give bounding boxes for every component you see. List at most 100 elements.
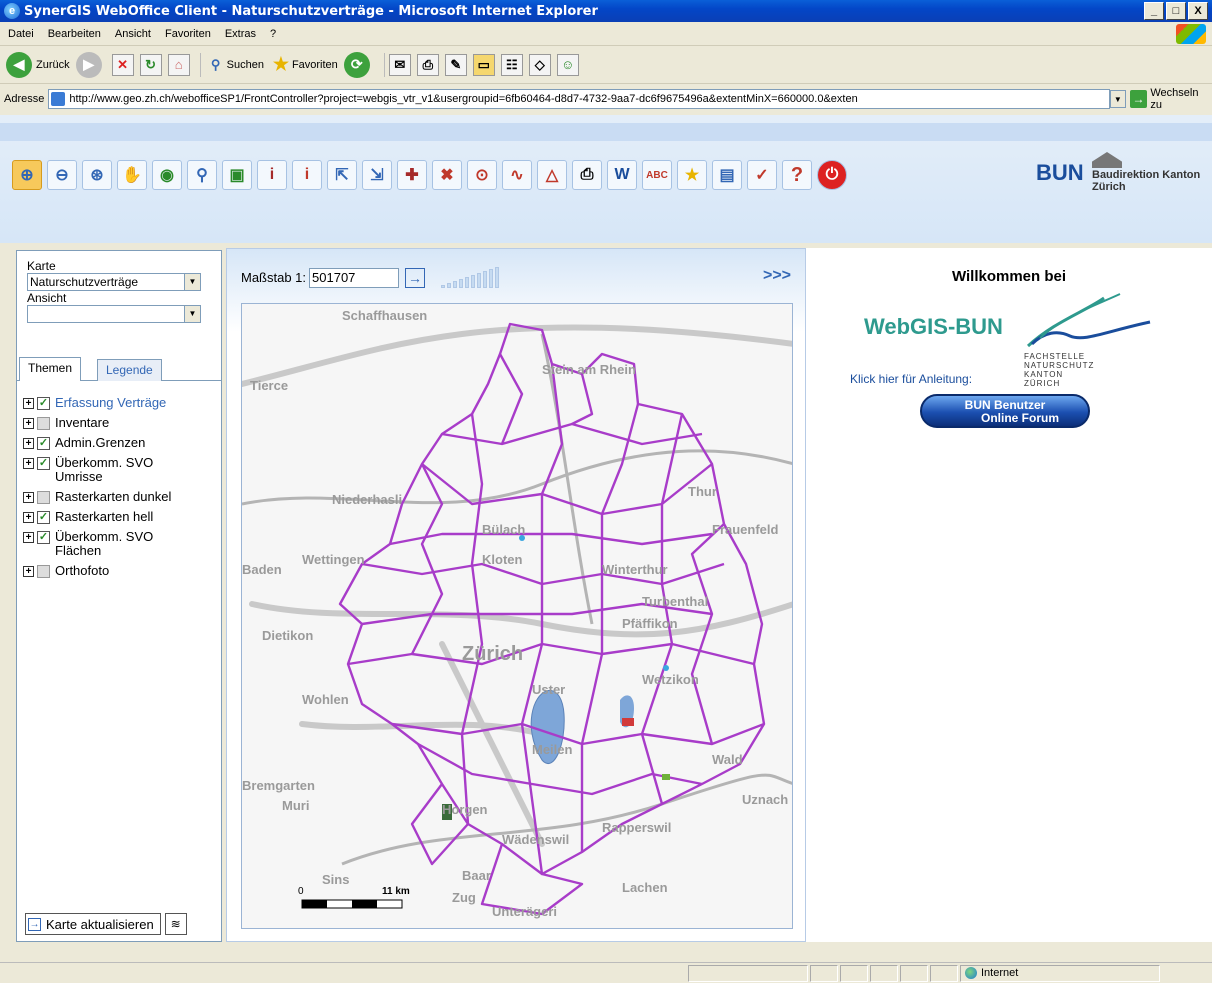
edit-window-icon[interactable]: ▤ <box>712 160 742 190</box>
clear-selection-icon[interactable]: ✖ <box>432 160 462 190</box>
tab-themen[interactable]: Themen <box>19 357 82 381</box>
word-export-icon[interactable]: W <box>607 160 637 190</box>
zoom-center-tool-icon[interactable]: ⊛ <box>82 160 112 190</box>
measure-point-icon[interactable]: ⊙ <box>467 160 497 190</box>
zoom-level-icon[interactable] <box>495 267 500 288</box>
tab-legende[interactable]: Legende <box>97 359 162 381</box>
webgis-logo[interactable]: WebGIS-BUN <box>864 314 1003 340</box>
theme-checkbox[interactable]: ✓ <box>37 437 50 450</box>
scale-input[interactable]: 501707 <box>309 267 400 288</box>
address-dropdown[interactable]: ▼ <box>1109 90 1126 108</box>
zoom-level-icon[interactable] <box>489 269 494 288</box>
zoom-out-tool-icon[interactable]: ⊖ <box>47 160 77 190</box>
zoom-slider[interactable] <box>441 267 500 288</box>
expand-icon[interactable]: + <box>23 566 34 577</box>
scale-go-icon[interactable]: → <box>405 267 426 288</box>
zoom-level-icon[interactable] <box>447 283 452 288</box>
favorites-button[interactable]: ★ Favoriten <box>270 54 338 76</box>
zoom-previous-icon[interactable]: ⚲ <box>187 160 217 190</box>
info-list-icon[interactable]: i <box>292 160 322 190</box>
print-map-icon[interactable]: ⎙ <box>572 160 602 190</box>
expand-icon[interactable]: + <box>23 532 34 543</box>
home-button[interactable]: ⌂ <box>167 53 190 76</box>
ansicht-select[interactable]: ▼ <box>27 305 201 323</box>
theme-item[interactable]: + ✓ Überkomm. SVO Umrisse <box>23 456 175 484</box>
forward-button[interactable]: ▶ <box>75 51 106 78</box>
menu-extras[interactable]: Extras <box>225 28 256 40</box>
online-forum-button[interactable]: BUN Benutzer Online Forum <box>920 394 1090 428</box>
select-icon[interactable]: ⇱ <box>327 160 357 190</box>
messenger-button[interactable]: ◇ <box>528 53 551 76</box>
edit-button[interactable]: ✎ <box>444 53 467 76</box>
address-input[interactable]: http://www.geo.zh.ch/webofficeSP1/FrontC… <box>48 89 1110 109</box>
info-icon[interactable]: i <box>257 160 287 190</box>
zoom-level-icon[interactable] <box>483 271 488 288</box>
expand-icon[interactable]: + <box>23 512 34 523</box>
maximize-button[interactable]: □ <box>1166 2 1186 20</box>
zoom-level-icon[interactable] <box>441 285 446 288</box>
print-button[interactable]: ⎙ <box>416 53 439 76</box>
theme-checkbox[interactable] <box>37 565 50 578</box>
menu-datei[interactable]: Datei <box>8 28 34 40</box>
expand-icon[interactable]: + <box>23 418 34 429</box>
expand-icon[interactable]: + <box>23 492 34 503</box>
zoom-in-tool-icon[interactable]: ⊕ <box>12 160 42 190</box>
zoom-level-icon[interactable] <box>471 275 476 288</box>
bookmark-star-icon[interactable]: ★ <box>677 160 707 190</box>
folder-button[interactable]: ▭ <box>472 53 495 76</box>
expand-panel-button[interactable]: >>> <box>763 267 791 285</box>
stop-button[interactable]: ✕ <box>111 53 134 76</box>
map-canvas[interactable]: Schaffhausen Stein am Rhein Tierce Fraue… <box>241 303 793 929</box>
expand-icon[interactable]: + <box>23 458 34 469</box>
layers-icon[interactable]: ≋ <box>164 913 187 935</box>
theme-item[interactable]: + Rasterkarten dunkel <box>23 490 175 504</box>
search-button[interactable]: ⚲ Suchen <box>205 54 264 76</box>
research-button[interactable]: ☷ <box>500 53 523 76</box>
theme-checkbox[interactable]: ✓ <box>37 531 50 544</box>
menu-favoriten[interactable]: Favoriten <box>165 28 211 40</box>
theme-checkbox[interactable]: ✓ <box>37 511 50 524</box>
back-button[interactable]: ◀ Zurück <box>6 51 70 78</box>
zoom-level-icon[interactable] <box>477 273 482 288</box>
karte-select[interactable]: Naturschutzverträge ▼ <box>27 273 201 291</box>
theme-item[interactable]: + ✓ Erfassung Verträge <box>23 396 175 410</box>
help-icon[interactable]: ? <box>782 160 812 190</box>
select-polygon-icon[interactable]: ⇲ <box>362 160 392 190</box>
refresh-map-button[interactable]: → Karte aktualisieren <box>25 913 161 935</box>
expand-icon[interactable]: + <box>23 438 34 449</box>
zoom-level-icon[interactable] <box>459 279 464 288</box>
anleitung-link[interactable]: Klick hier für Anleitung: <box>850 372 972 386</box>
theme-label: Erfassung Verträge <box>55 395 167 410</box>
theme-checkbox[interactable] <box>37 491 50 504</box>
expand-icon[interactable]: + <box>23 398 34 409</box>
contacts-button[interactable]: ☺ <box>556 53 579 76</box>
full-extent-icon[interactable]: ◉ <box>152 160 182 190</box>
go-button[interactable]: → Wechseln zu <box>1129 87 1212 111</box>
measure-area-icon[interactable]: △ <box>537 160 567 190</box>
zoom-level-icon[interactable] <box>465 277 470 288</box>
theme-item[interactable]: + Inventare <box>23 416 175 430</box>
minimize-button[interactable]: _ <box>1144 2 1164 20</box>
exit-icon[interactable]: ⏻ <box>817 160 847 190</box>
menu-ansicht[interactable]: Ansicht <box>115 28 151 40</box>
zoom-box-icon[interactable]: ▣ <box>222 160 252 190</box>
refresh-button[interactable]: ↻ <box>139 53 162 76</box>
zoom-level-icon[interactable] <box>453 281 458 288</box>
pan-tool-icon[interactable]: ✋ <box>117 160 147 190</box>
close-button[interactable]: X <box>1188 2 1208 20</box>
theme-item[interactable]: + ✓ Rasterkarten hell <box>23 510 175 524</box>
redline-icon[interactable]: ✓ <box>747 160 777 190</box>
theme-item[interactable]: + Orthofoto <box>23 564 175 578</box>
mail-button[interactable]: ✉ <box>388 53 411 76</box>
spellcheck-icon[interactable]: ABC <box>642 160 672 190</box>
theme-checkbox[interactable]: ✓ <box>37 397 50 410</box>
theme-item[interactable]: + ✓ Überkomm. SVO Flächen <box>23 530 175 558</box>
theme-checkbox[interactable]: ✓ <box>37 457 50 470</box>
theme-checkbox[interactable] <box>37 417 50 430</box>
history-button[interactable]: ⟳ <box>343 51 374 78</box>
theme-item[interactable]: + ✓ Admin.Grenzen <box>23 436 175 450</box>
menu-help[interactable]: ? <box>270 28 276 40</box>
select-point-icon[interactable]: ✚ <box>397 160 427 190</box>
menu-bearbeiten[interactable]: Bearbeiten <box>48 28 101 40</box>
measure-line-icon[interactable]: ∿ <box>502 160 532 190</box>
